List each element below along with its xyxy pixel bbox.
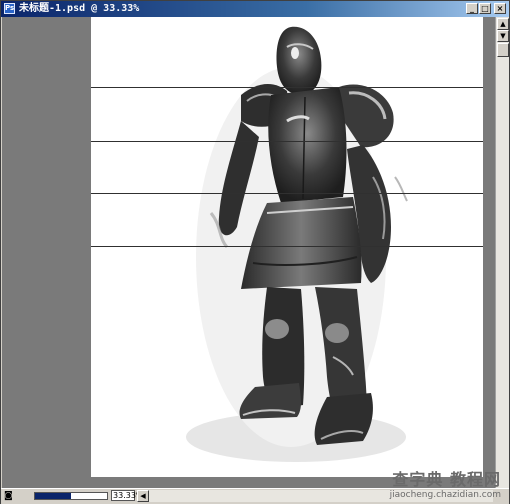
document-window: Ps 未标题-1.psd @ 33.33% _ □ × ▲ ▼ ◙ 33.33%… bbox=[0, 0, 510, 504]
photoshop-document-icon[interactable]: Ps bbox=[4, 3, 15, 14]
navigator-fill bbox=[35, 493, 71, 499]
scroll-left-button[interactable]: ◀ bbox=[137, 490, 149, 502]
maximize-icon: □ bbox=[481, 4, 489, 13]
horizontal-guide[interactable] bbox=[91, 193, 483, 194]
close-button[interactable]: × bbox=[494, 3, 506, 14]
scroll-down-button[interactable]: ▼ bbox=[497, 30, 509, 42]
minimize-icon: _ bbox=[470, 4, 474, 13]
arrow-down-icon: ▼ bbox=[500, 32, 506, 40]
canvas[interactable] bbox=[91, 17, 483, 477]
vertical-scrollbar[interactable]: ▲ ▼ bbox=[495, 17, 509, 488]
title-bar[interactable]: Ps 未标题-1.psd @ 33.33% _ □ × bbox=[1, 1, 509, 17]
watermark-title: 查字典 教程网 bbox=[392, 470, 501, 489]
maximize-button[interactable]: □ bbox=[479, 3, 491, 14]
navigator-slider[interactable] bbox=[34, 492, 108, 500]
scroll-up-button[interactable]: ▲ bbox=[497, 18, 509, 30]
watermark-url: jiaocheng.chazidian.com bbox=[389, 490, 501, 500]
arrow-left-icon: ◀ bbox=[140, 492, 146, 500]
vertical-scroll-thumb[interactable] bbox=[497, 43, 509, 57]
close-icon: × bbox=[496, 4, 504, 13]
minimize-button[interactable]: _ bbox=[466, 3, 478, 14]
window-title: 未标题-1.psd @ 33.33% bbox=[19, 3, 140, 14]
horizontal-guide[interactable] bbox=[91, 87, 483, 88]
document-workspace[interactable] bbox=[2, 17, 495, 488]
navigator-icon[interactable]: ◙ bbox=[4, 491, 13, 502]
knight-artwork bbox=[186, 26, 408, 462]
horizontal-guide[interactable] bbox=[91, 141, 483, 142]
arrow-up-icon: ▲ bbox=[500, 20, 506, 28]
zoom-level-field[interactable]: 33.33% bbox=[111, 490, 144, 501]
horizontal-guide[interactable] bbox=[91, 246, 483, 247]
site-watermark: 查字典 教程网 jiaocheng.chazidian.com bbox=[379, 471, 505, 503]
